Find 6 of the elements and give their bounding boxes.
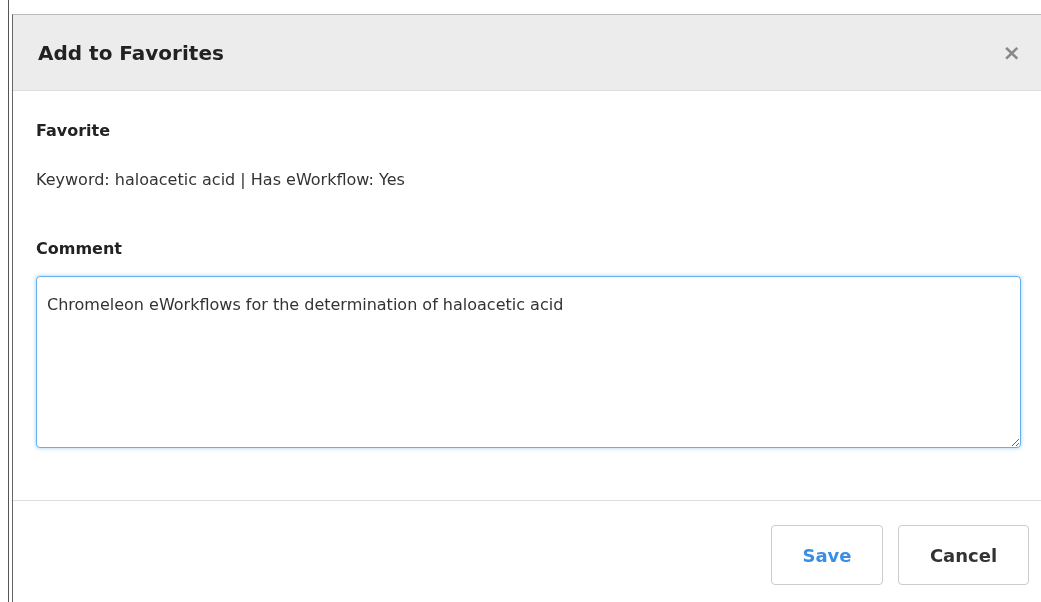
favorite-description: Keyword: haloacetic acid | Has eWorkflow: Yes [36, 170, 406, 189]
field-label: Comment [36, 239, 123, 258]
comment-field[interactable]: Chromeleon eWorkflows for the determination of haloacetic acid [36, 276, 1021, 448]
dialog-title: Add to Favorites [38, 40, 224, 65]
field-label: Favorite [36, 121, 112, 140]
cancel-button[interactable]: Cancel [898, 525, 1029, 585]
